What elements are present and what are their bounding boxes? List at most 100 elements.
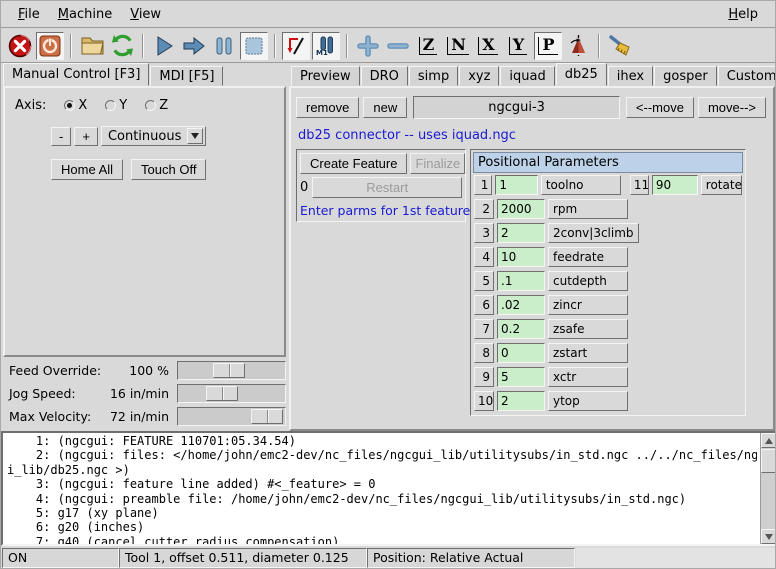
param-row: 1 1 toolno 11 90 rotate (473, 173, 743, 197)
jog-speed-row: Jog Speed: 16 in/min (3, 382, 286, 405)
jog-minus-button[interactable]: - (51, 127, 71, 146)
param-row: 4 10 feedrate (473, 245, 743, 269)
param-number: 8 (474, 343, 494, 363)
view-z-rotated-button[interactable]: N (444, 32, 472, 60)
tab-simp[interactable]: simp (409, 66, 458, 86)
db25-pane: remove new ngcgui-3 <--move move--> db25… (289, 86, 775, 431)
stop-button[interactable] (240, 32, 268, 60)
skip-lines-toggle[interactable] (282, 32, 310, 60)
menu-view[interactable]: View (121, 5, 170, 24)
step-button[interactable] (180, 32, 208, 60)
slider-thumb[interactable] (206, 386, 238, 401)
tabname-input[interactable]: ngcgui-3 (413, 96, 620, 119)
clear-plot-button[interactable] (606, 32, 634, 60)
param-value-input[interactable]: 1 (495, 175, 538, 195)
param-number: 3 (474, 223, 494, 243)
param-row: 10 2 ytop (473, 389, 743, 413)
status-bar-filler (576, 548, 776, 568)
tab-ihex[interactable]: ihex (608, 66, 653, 86)
gcode-listing[interactable]: 1: (ngcgui: FEATURE 110701:05.34.54) 2: … (1, 431, 776, 546)
tab-custom[interactable]: Custom (718, 66, 776, 86)
param-name: 2conv|3climb (548, 223, 639, 243)
param-number: 1 (474, 175, 492, 195)
menu-help[interactable]: Help (719, 5, 767, 24)
param-name: cutdepth (548, 271, 628, 291)
run-button[interactable] (150, 32, 178, 60)
param-value-input[interactable]: .02 (497, 295, 545, 315)
menu-file[interactable]: File (9, 5, 49, 24)
machine-power-button[interactable] (36, 32, 64, 60)
rotate-view-icon (567, 34, 590, 57)
tab-db25[interactable]: db25 (556, 63, 607, 86)
tab-xyz[interactable]: xyz (459, 66, 499, 86)
tab-dro[interactable]: DRO (361, 66, 408, 86)
tab-gosper[interactable]: gosper (654, 66, 717, 86)
tab-preview[interactable]: Preview (291, 66, 360, 86)
estop-button[interactable] (6, 32, 34, 60)
param-value-input[interactable]: 5 (497, 367, 545, 387)
open-folder-icon (80, 35, 105, 56)
view-p-button[interactable]: P (534, 32, 562, 60)
param-value-input[interactable]: 0.2 (497, 319, 545, 339)
view-z-button[interactable]: Z (414, 32, 442, 60)
param-name: rpm (548, 199, 628, 219)
axis-x-label: X (78, 98, 87, 113)
slider-thumb[interactable] (251, 409, 283, 424)
jog-plus-button[interactable]: + (74, 127, 98, 146)
param-value-input[interactable]: 10 (497, 247, 545, 267)
feed-override-slider[interactable] (177, 361, 286, 380)
param-value-input[interactable]: .1 (497, 271, 545, 291)
max-velocity-value: 72 in/min (101, 409, 169, 424)
tab-manual-control[interactable]: Manual Control [F3] (3, 63, 149, 86)
scrollbar-thumb[interactable] (761, 449, 776, 473)
move-right-button[interactable]: move--> (698, 97, 766, 118)
zoom-out-button[interactable] (384, 32, 412, 60)
feature-hint: Enter parms for 1st feature (300, 203, 462, 218)
home-all-button[interactable]: Home All (51, 159, 123, 180)
optional-pause-toggle[interactable]: M1 (312, 32, 340, 60)
gcode-line: 1: (ngcgui: FEATURE 110701:05.34.54) (7, 434, 757, 448)
max-velocity-slider[interactable] (177, 407, 286, 426)
new-button[interactable]: new (363, 97, 407, 118)
axis-x-radio[interactable]: X (64, 98, 87, 113)
view-y-button[interactable]: Y (504, 32, 532, 60)
tab-mdi[interactable]: MDI [F5] (150, 66, 223, 86)
tool-status: Tool 1, offset 0.511, diameter 0.125 (119, 548, 367, 568)
view-x-button[interactable]: X (474, 32, 502, 60)
menu-machine[interactable]: Machine (49, 5, 121, 24)
param-row: 9 5 xctr (473, 365, 743, 389)
finalize-button[interactable]: Finalize (410, 153, 465, 174)
tab-iquad[interactable]: iquad (500, 66, 554, 86)
scroll-up-icon[interactable] (761, 433, 776, 448)
jog-mode-select[interactable]: Continuous (101, 126, 206, 146)
max-velocity-label: Max Velocity: (3, 409, 101, 424)
restart-button[interactable]: Restart (312, 177, 462, 198)
jog-speed-slider[interactable] (177, 384, 286, 403)
param-value-input[interactable]: 2000 (497, 199, 545, 219)
view-z-icon: Z (419, 37, 438, 55)
move-left-button[interactable]: <--move (626, 97, 694, 118)
open-file-button[interactable] (78, 32, 106, 60)
step-icon (182, 35, 206, 57)
reload-button[interactable] (108, 32, 136, 60)
remove-button[interactable]: remove (296, 97, 359, 118)
param-name: toolno (541, 175, 621, 195)
console-scrollbar[interactable] (760, 433, 775, 544)
rotate-view-button[interactable] (564, 32, 592, 60)
pause-button[interactable] (210, 32, 238, 60)
slider-thumb[interactable] (213, 363, 245, 378)
touch-off-button[interactable]: Touch Off (131, 159, 206, 180)
param-name: zsafe (548, 319, 628, 339)
axis-z-radio[interactable]: Z (145, 98, 168, 113)
axis-ngcgui-window: File Machine View Help (0, 0, 776, 569)
param-value-input[interactable]: 2 (497, 223, 545, 243)
param-value-input[interactable]: 2 (497, 391, 545, 411)
scroll-down-icon[interactable] (761, 529, 776, 544)
zoom-in-button[interactable] (354, 32, 382, 60)
axis-y-radio[interactable]: Y (105, 98, 127, 113)
param-value-input[interactable]: 90 (652, 175, 698, 195)
parameters-header: Positional Parameters (473, 152, 743, 173)
gcode-line: 5: g17 (xy plane) (7, 506, 757, 520)
param-value-input[interactable]: 0 (497, 343, 545, 363)
create-feature-button[interactable]: Create Feature (300, 153, 407, 174)
